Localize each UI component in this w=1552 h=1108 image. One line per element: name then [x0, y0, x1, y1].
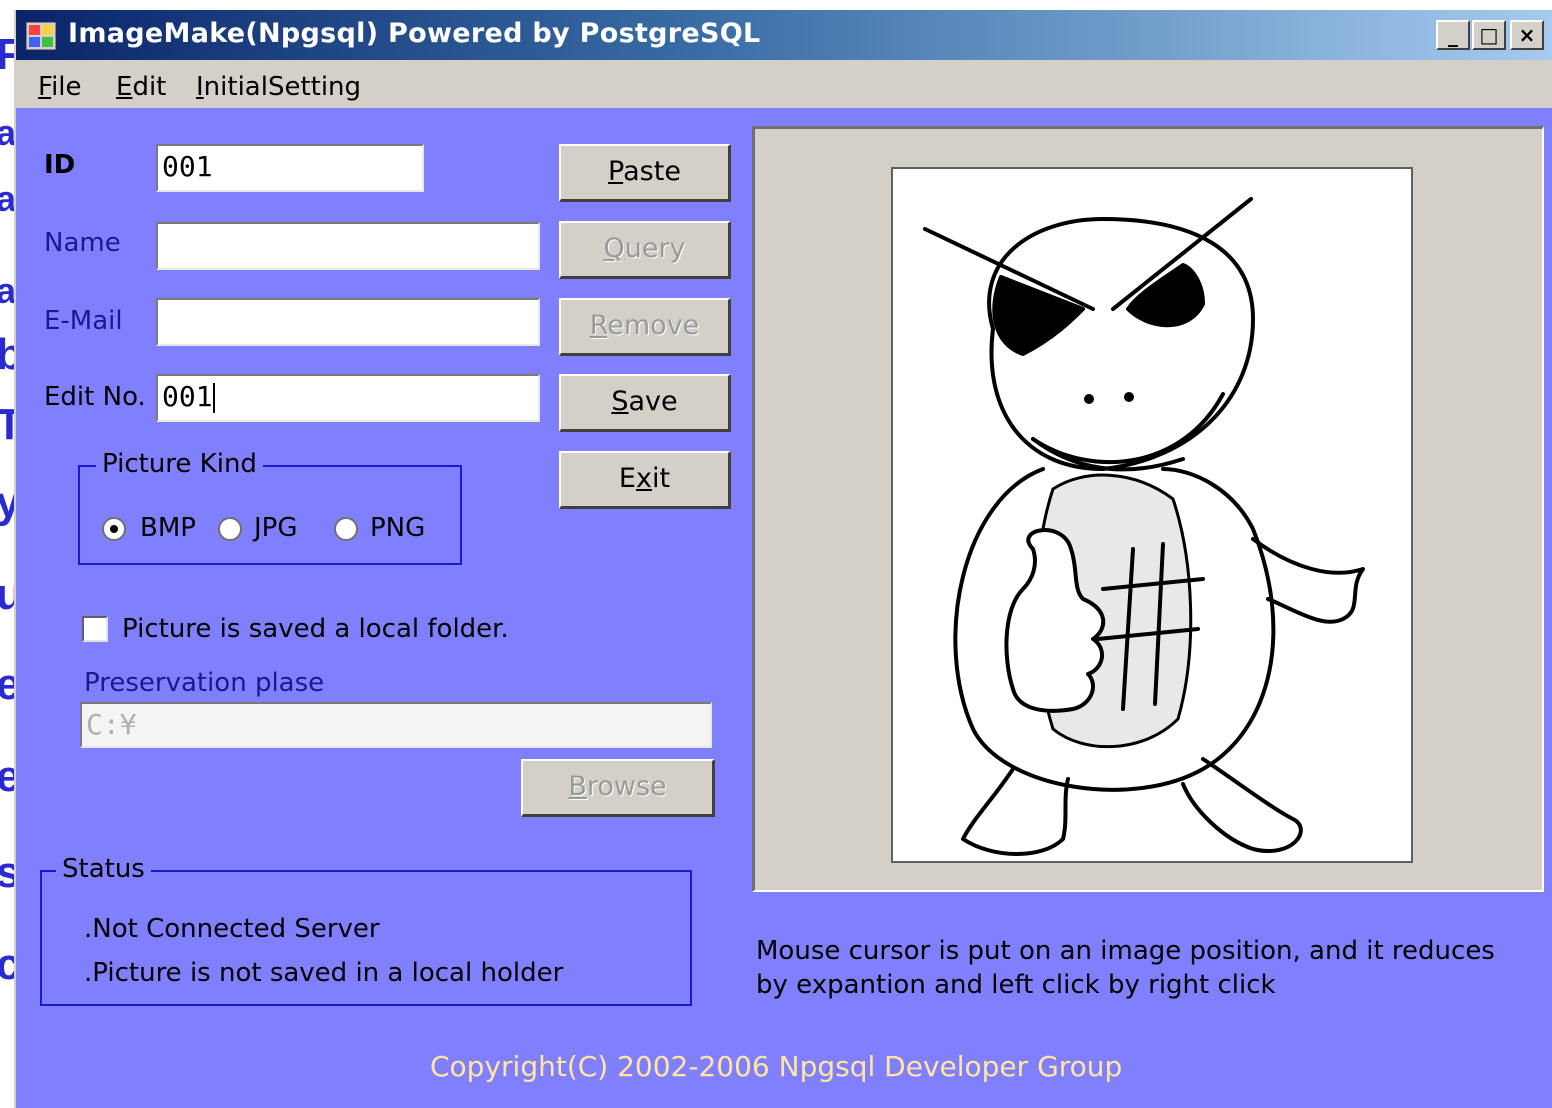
hint-line: Mouse cursor is put on an image position…: [756, 936, 1495, 966]
menu-file[interactable]: File: [38, 72, 82, 102]
text-caret: [212, 383, 215, 413]
exit-label-start: E: [618, 463, 636, 494]
menu-edit[interactable]: Edit: [116, 72, 166, 102]
menu-edit-label: dit: [132, 72, 167, 102]
query-button[interactable]: Query: [559, 221, 731, 279]
copyright-text: Copyright(C) 2002-2006 Npgsql Developer …: [430, 1050, 1123, 1083]
app-icon: [26, 22, 56, 50]
radio-png[interactable]: [334, 517, 358, 541]
exit-mnemonic: x: [635, 463, 652, 494]
save-button[interactable]: Save: [559, 374, 731, 432]
status-line: .Picture is not saved in a local holder: [84, 958, 564, 988]
email-label: E-Mail: [44, 306, 123, 336]
radio-jpg[interactable]: [218, 517, 242, 541]
remove-label: emove: [607, 310, 700, 341]
radio-jpg-label: JPG: [254, 513, 298, 543]
id-label: ID: [44, 150, 76, 180]
browse-button[interactable]: Browse: [521, 759, 715, 817]
menu-initialsetting-mnemonic: I: [196, 72, 204, 102]
save-mnemonic: S: [611, 386, 629, 417]
minimize-button[interactable]: _: [1436, 20, 1470, 50]
title-bar[interactable]: ImageMake(Npgsql) Powered by PostgreSQL …: [16, 10, 1552, 60]
picture-kind-title: Picture Kind: [96, 449, 263, 479]
hint-line: by expantion and left click by right cli…: [756, 970, 1276, 1000]
window-title: ImageMake(Npgsql) Powered by PostgreSQL: [68, 18, 761, 49]
menu-file-mnemonic: F: [38, 72, 52, 102]
menu-initialsetting-label: nitialSetting: [203, 72, 362, 102]
image-panel[interactable]: [752, 126, 1544, 892]
remove-mnemonic: R: [589, 310, 608, 341]
radio-selected-dot: [110, 525, 118, 533]
exit-button[interactable]: Exit: [559, 451, 731, 509]
browse-mnemonic: B: [568, 771, 587, 802]
name-label: Name: [44, 228, 121, 258]
preservation-label: Preservation plase: [84, 668, 325, 698]
editno-input[interactable]: 001: [156, 374, 540, 422]
query-label: uery: [624, 233, 686, 264]
radio-png-label: PNG: [370, 513, 426, 543]
preservation-input[interactable]: C:¥: [80, 702, 712, 748]
query-mnemonic: Q: [603, 233, 625, 264]
picture-kind-group: Picture Kind BMP JPG PNG: [78, 449, 462, 565]
remove-button[interactable]: Remove: [559, 298, 731, 356]
email-input[interactable]: [156, 298, 540, 346]
id-input[interactable]: 001: [156, 144, 424, 192]
paste-button[interactable]: Paste: [559, 144, 731, 202]
close-button[interactable]: ×: [1510, 20, 1544, 50]
maximize-button[interactable]: □: [1472, 20, 1506, 50]
radio-bmp-label: BMP: [140, 513, 196, 543]
menu-file-label: ile: [51, 72, 82, 102]
status-group: Status .Not Connected Server .Picture is…: [40, 854, 692, 1006]
menu-initialsetting[interactable]: InitialSetting: [196, 72, 361, 102]
exit-label-end: it: [651, 463, 671, 494]
paste-label: aste: [623, 156, 681, 187]
menu-bar: File Edit InitialSetting: [16, 60, 1552, 108]
browse-label: rowse: [586, 771, 667, 802]
local-save-label: Picture is saved a local folder.: [122, 614, 509, 644]
picture-box[interactable]: [891, 167, 1413, 863]
app-window: ImageMake(Npgsql) Powered by PostgreSQL …: [14, 10, 1552, 1108]
status-title: Status: [56, 854, 151, 884]
menu-edit-mnemonic: E: [116, 72, 133, 102]
name-input[interactable]: [156, 222, 540, 270]
paste-mnemonic: P: [608, 156, 624, 187]
status-line: .Not Connected Server: [84, 914, 380, 944]
local-save-checkbox[interactable]: [82, 616, 108, 642]
editno-value: 001: [162, 380, 213, 413]
editno-label: Edit No.: [44, 382, 146, 412]
turtle-drawing-image: [923, 197, 1365, 856]
radio-bmp[interactable]: [102, 517, 126, 541]
save-label: ave: [628, 386, 678, 417]
